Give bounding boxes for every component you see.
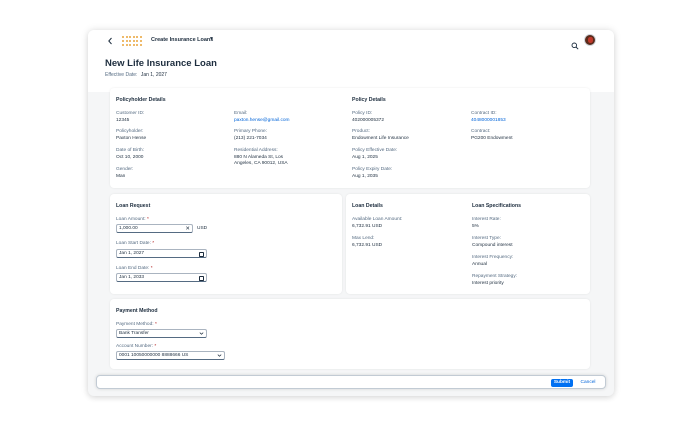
email-link[interactable]: paxton.hense@gmail.com — [234, 118, 290, 124]
payment-method-label-text: Payment Method: — [116, 322, 154, 327]
loan-amount-unit: USD — [197, 226, 208, 231]
contract-value: PG200 Endowment — [471, 136, 513, 141]
chevron-down-icon[interactable]: ▼ — [209, 36, 214, 42]
product-label: Product: — [352, 129, 370, 134]
loan-details-card: Loan Details Available Loan Amount: 6,73… — [346, 194, 590, 294]
loan-details-title: Loan Details — [352, 203, 383, 209]
loan-end-value: Jan 1, 2033 — [119, 275, 145, 280]
avatar[interactable] — [584, 34, 596, 46]
footer-toolbar: Submit Cancel — [96, 375, 606, 389]
interest-frequency-label: Interest Frequency: — [472, 255, 514, 260]
loan-end-date-input[interactable]: Jan 1, 2033 — [116, 273, 207, 282]
required-mark: * — [154, 344, 157, 349]
cancel-button[interactable]: Cancel — [578, 379, 598, 387]
max-lend-value: 6,732.91 USD — [352, 243, 383, 248]
repayment-strategy-label: Repayment Strategy: — [472, 274, 518, 279]
page-title: New Life Insurance Loan — [105, 58, 217, 69]
payment-method-label: Payment Method: * — [116, 322, 157, 328]
calendar-icon[interactable] — [199, 252, 204, 257]
account-number-label: Account Number: * — [116, 344, 156, 350]
clear-icon[interactable]: ✕ — [185, 225, 190, 233]
page-header: New Life Insurance Loan Effective Date: … — [88, 52, 614, 92]
customer-id-label: Customer ID: — [116, 111, 145, 116]
phone-value: (213) 221-7034 — [234, 136, 267, 141]
required-mark: * — [150, 266, 153, 271]
calendar-icon[interactable] — [199, 276, 204, 281]
policy-id-label: Policy ID: — [352, 111, 373, 116]
effective-date-value: Jan 1, 2027 — [140, 72, 167, 78]
loan-amount-label-text: Loan Amount: — [116, 217, 146, 222]
payment-method-value: Bank Transfer — [119, 331, 149, 336]
max-lend-label: Max Lend: — [352, 236, 375, 241]
policy-info-card: Policyholder Details Customer ID: 12345 … — [110, 88, 590, 188]
interest-type-label: Interest Type: — [472, 236, 501, 241]
search-icon — [571, 42, 579, 50]
app-title[interactable]: Create Insurance Loans — [151, 37, 213, 43]
interest-rate-label: Interest Rate: — [472, 217, 501, 222]
submit-button[interactable]: Submit — [551, 378, 573, 387]
email-label: Email: — [234, 111, 248, 116]
address-label: Residential Address: — [234, 148, 278, 153]
loan-start-label-text: Loan Start Date: — [116, 241, 151, 246]
required-mark: * — [154, 322, 157, 327]
back-button[interactable] — [107, 35, 113, 50]
customer-id-value: 12345 — [116, 118, 130, 123]
contract-id-link[interactable]: 4048000001853 — [471, 118, 506, 124]
dob-label: Date of Birth: — [116, 148, 144, 153]
loan-request-card: Loan Request Loan Amount: * 1,000.00 ✕ U… — [110, 194, 342, 294]
product-value: Endowment Life Insurance — [352, 136, 409, 141]
loan-amount-input[interactable]: 1,000.00 ✕ — [116, 224, 193, 233]
search-button[interactable] — [571, 37, 579, 50]
account-number-label-text: Account Number: — [116, 344, 154, 349]
phone-label: Primary Phone: — [234, 129, 268, 134]
required-mark: * — [152, 241, 155, 246]
loan-specs-title: Loan Specifications — [472, 203, 522, 209]
shell-bar: Create Insurance Loans ▼ — [88, 30, 614, 52]
gender-value: Man — [116, 174, 126, 179]
policy-section-title: Policy Details — [352, 97, 386, 103]
app-window: Create Insurance Loans ▼ New Life Insura… — [88, 30, 614, 396]
contract-id-label: Contract ID: — [471, 111, 497, 116]
loan-start-date-input[interactable]: Jan 1, 2027 — [116, 249, 207, 258]
available-amount-label: Available Loan Amount: — [352, 217, 403, 222]
repayment-strategy-value: Interest priority — [472, 281, 504, 286]
effective-date: Effective Date: Jan 1, 2027 — [105, 72, 167, 78]
policyholder-section-title: Policyholder Details — [116, 97, 166, 103]
interest-frequency-value: Annual — [472, 262, 487, 267]
payment-method-title: Payment Method — [116, 308, 158, 314]
chevron-down-icon[interactable] — [199, 331, 204, 339]
policy-effective-label: Policy Effective Date: — [352, 148, 398, 153]
payment-method-select[interactable]: Bank Transfer — [116, 329, 207, 338]
policyholder-label: Policyholder: — [116, 129, 144, 134]
policy-effective-value: Aug 1, 2025 — [352, 155, 378, 160]
policyholder-value: Paxton Hense — [116, 136, 147, 141]
interest-type-value: Compound interest — [472, 243, 513, 248]
policy-expiry-value: Aug 1, 2035 — [352, 174, 378, 179]
loan-amount-label: Loan Amount: * — [116, 217, 149, 223]
stage: Create Insurance Loans ▼ New Life Insura… — [0, 0, 700, 428]
loan-end-label-text: Loan End Date: — [116, 266, 150, 271]
loan-start-value: Jan 1, 2027 — [119, 251, 145, 256]
gender-label: Gender: — [116, 167, 134, 172]
contract-label: Contract: — [471, 129, 491, 134]
dob-value: Oct 10, 2000 — [116, 155, 144, 160]
payment-method-card: Payment Method Payment Method: * Bank Tr… — [110, 299, 590, 369]
required-mark: * — [146, 217, 149, 222]
loan-start-label: Loan Start Date: * — [116, 241, 154, 247]
loan-end-label: Loan End Date: * — [116, 266, 153, 272]
policy-id-value: 402000005372 — [352, 118, 385, 123]
account-number-value: 0001 10050000000 8888666 US — [119, 353, 189, 358]
loan-request-title: Loan Request — [116, 203, 151, 209]
loan-amount-value: 1,000.00 — [119, 226, 138, 231]
effective-date-label: Effective Date: — [105, 72, 138, 78]
chevron-down-icon[interactable] — [217, 353, 222, 361]
account-number-select[interactable]: 0001 10050000000 8888666 US — [116, 351, 225, 360]
available-amount-value: 6,732.91 USD — [352, 224, 383, 229]
chevron-left-icon — [108, 37, 112, 45]
company-logo — [122, 36, 142, 46]
policy-expiry-label: Policy Expiry Date: — [352, 167, 393, 172]
interest-rate-value: 5% — [472, 224, 479, 229]
address-line2: Angeles, CA 90012, USA — [234, 161, 288, 166]
